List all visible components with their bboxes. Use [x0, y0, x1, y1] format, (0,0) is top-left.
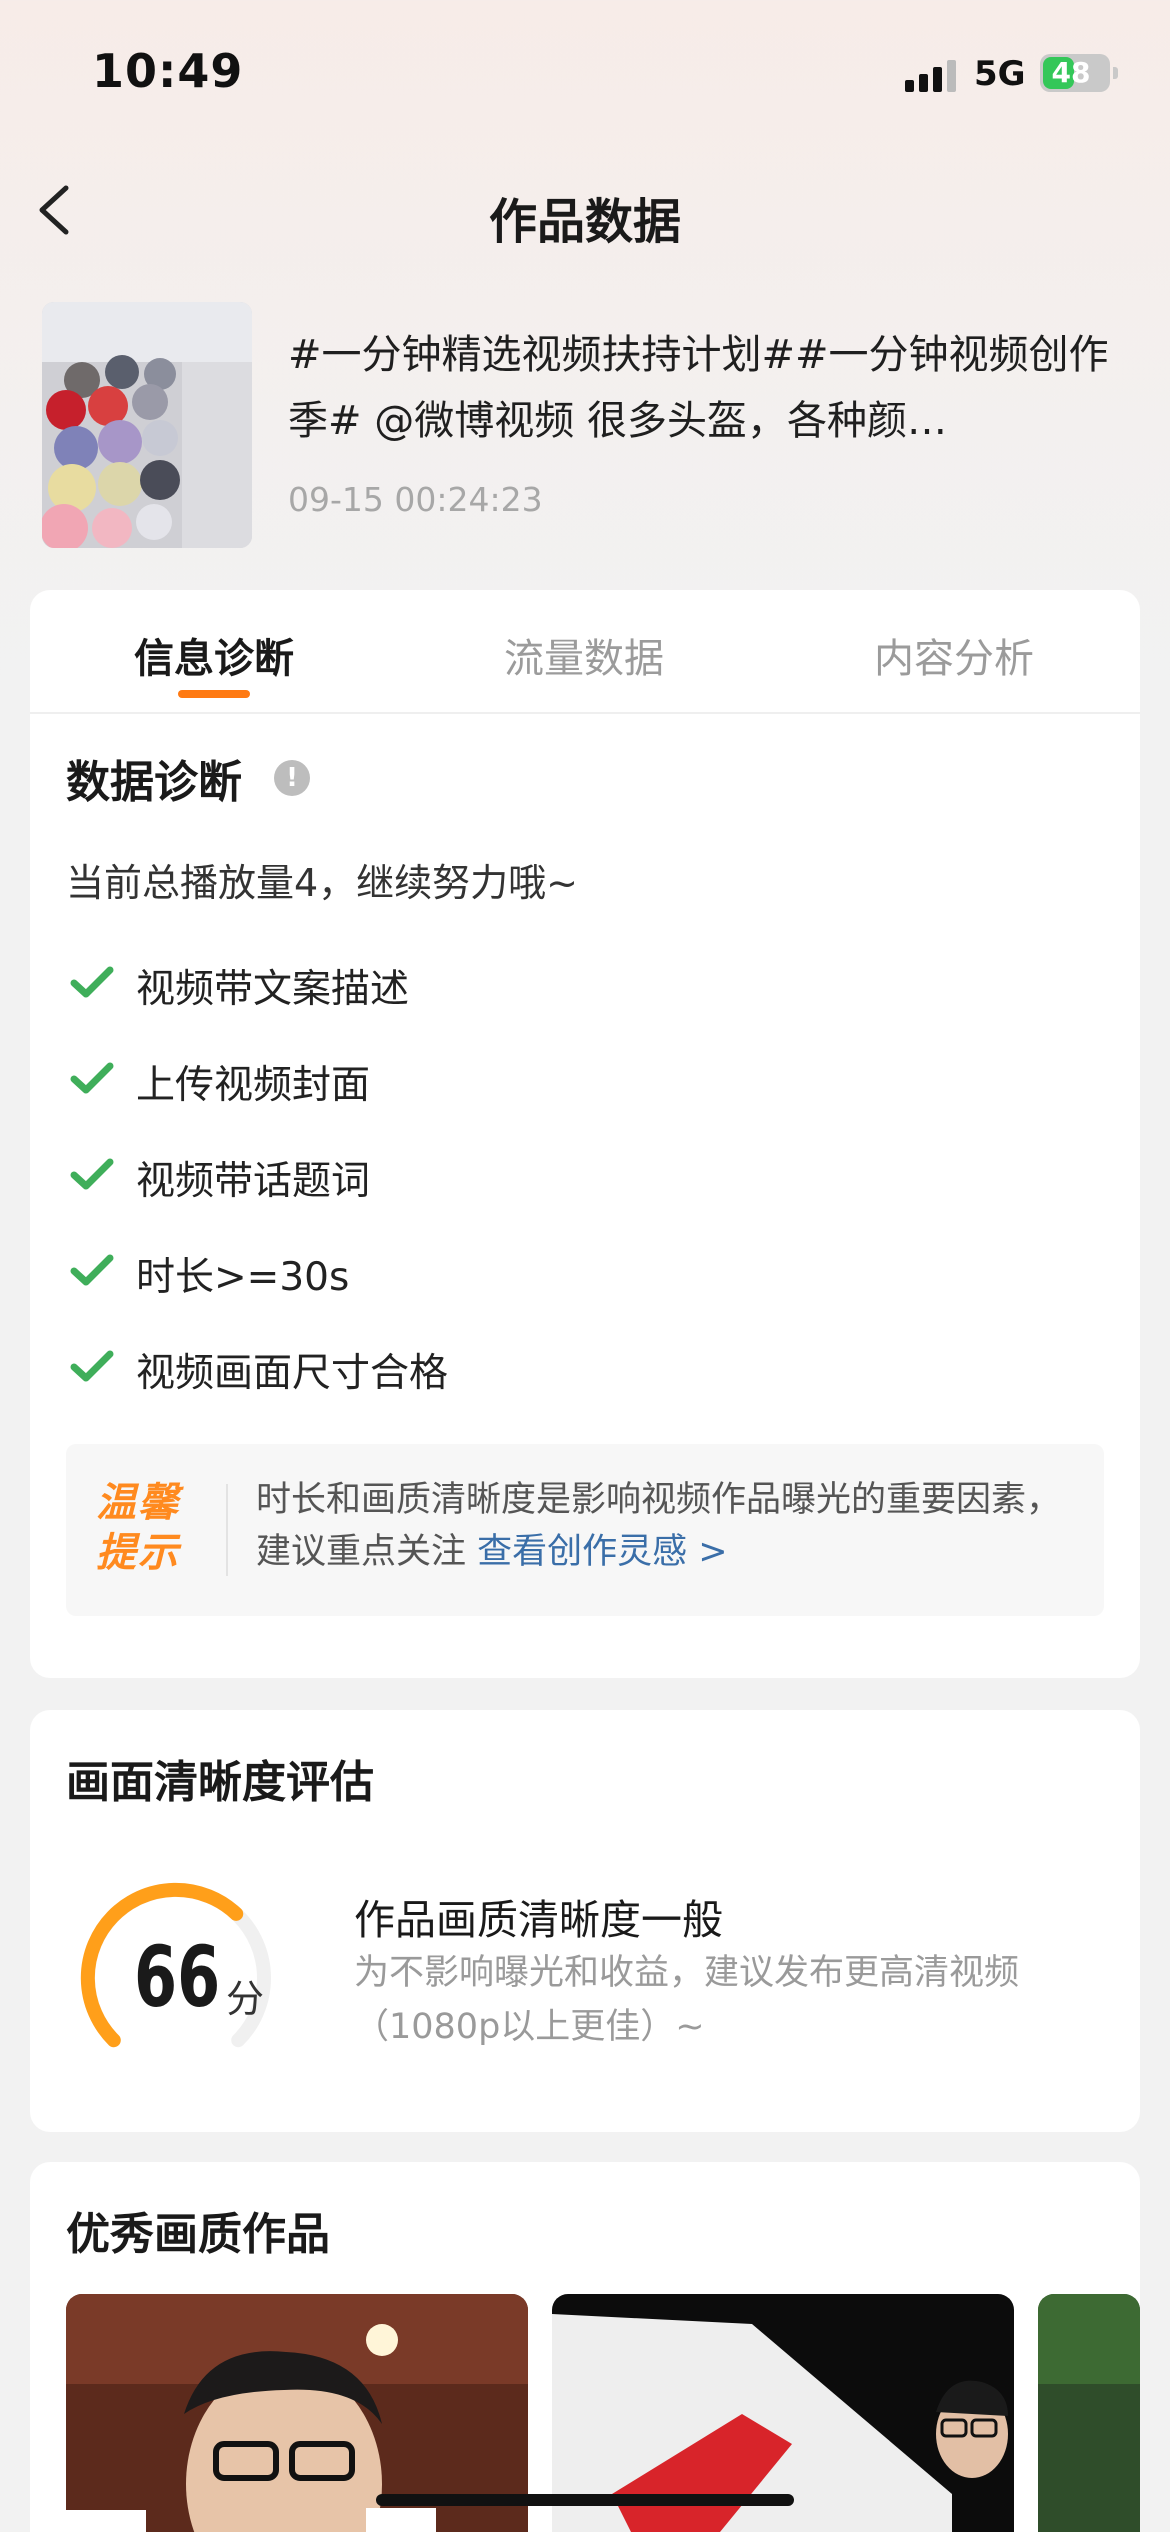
quality-score-unit: 分: [226, 1977, 265, 2021]
quality-score: 66: [134, 1928, 221, 2026]
nav-bar: 作品数据: [0, 160, 1170, 260]
tab-bar: 信息诊断 流量数据 内容分析: [30, 590, 1140, 714]
work-thumbnail[interactable]: [1038, 2294, 1140, 2532]
check-icon: [70, 1350, 114, 1382]
check-item: 视频画面尺寸合格: [66, 1336, 1066, 1396]
battery-icon: 48: [1040, 54, 1118, 92]
tip-badge-line: 提示: [96, 1530, 180, 1576]
tip-divider: [226, 1484, 228, 1576]
tab-traffic-data[interactable]: 流量数据: [434, 626, 734, 684]
post-header[interactable]: #一分钟精选视频扶持计划##一分钟视频创作季# @微博视频 很多头盔，各种颜… …: [42, 302, 1132, 550]
info-icon[interactable]: !: [274, 760, 310, 796]
check-item: 视频带文案描述: [66, 952, 1066, 1012]
check-label: 时长>=30s: [136, 1255, 350, 1300]
tip-text: 时长和画质清晰度是影响视频作品曝光的重要因素，建议重点关注 查看创作灵感 >: [256, 1474, 1076, 1578]
excellent-works-card: 优秀画质作品: [30, 2162, 1140, 2532]
active-tab-indicator: [178, 690, 250, 698]
tip-badge: 温馨 提示: [96, 1478, 196, 1578]
status-bar: 10:49 5G 48: [0, 0, 1170, 150]
tip-badge-line: 温馨: [96, 1480, 180, 1526]
check-item: 视频带话题词: [66, 1144, 1066, 1204]
check-label: 上传视频封面: [136, 1063, 371, 1108]
tab-info-diagnosis[interactable]: 信息诊断: [64, 626, 364, 684]
check-item: 时长>=30s: [66, 1240, 1066, 1300]
diagnosis-summary: 当前总播放量4，继续努力哦~: [66, 861, 579, 905]
quality-card: 画面清晰度评估 66 分 作品画质清晰度一般 为不影响曝光和收益，建议发布更高清…: [30, 1710, 1140, 2132]
quality-gauge: 66 分: [66, 1868, 306, 2068]
excellent-title: 优秀画质作品: [66, 2209, 330, 2260]
check-icon: [70, 966, 114, 998]
diagnosis-title: 数据诊断: [66, 757, 242, 808]
tab-content-analysis[interactable]: 内容分析: [804, 626, 1104, 684]
quality-title: 画面清晰度评估: [66, 1757, 374, 1808]
check-label: 视频画面尺寸合格: [136, 1351, 449, 1396]
post-title: #一分钟精选视频扶持计划##一分钟视频创作季# @微博视频 很多头盔，各种颜…: [288, 332, 1109, 444]
battery-nub: [1113, 67, 1118, 79]
inspiration-link[interactable]: 查看创作灵感 >: [477, 1532, 727, 1572]
signal-icon: [905, 58, 959, 92]
check-label: 视频带话题词: [136, 1159, 371, 1204]
status-time: 10:49: [92, 44, 244, 98]
check-icon: [70, 1062, 114, 1094]
diagnosis-card: 信息诊断 流量数据 内容分析 数据诊断 ! 当前总播放量4，继续努力哦~ 视频带…: [30, 590, 1140, 1678]
battery-level: 48: [1051, 56, 1091, 89]
quality-headline: 作品画质清晰度一般: [354, 1896, 723, 1944]
home-indicator: [376, 2494, 794, 2506]
check-item: 上传视频封面: [66, 1048, 1066, 1108]
post-timestamp: 09-15 00:24:23: [288, 480, 543, 519]
quality-description: 为不影响曝光和收益，建议发布更高清视频（1080p以上更佳）~: [354, 1953, 1020, 2047]
network-label: 5G: [974, 54, 1026, 94]
page-title: 作品数据: [488, 194, 681, 250]
tip-box: 温馨 提示 时长和画质清晰度是影响视频作品曝光的重要因素，建议重点关注 查看创作…: [66, 1444, 1104, 1616]
post-thumbnail[interactable]: [42, 302, 252, 548]
check-icon: [70, 1254, 114, 1286]
check-icon: [70, 1158, 114, 1190]
check-label: 视频带文案描述: [136, 967, 410, 1012]
